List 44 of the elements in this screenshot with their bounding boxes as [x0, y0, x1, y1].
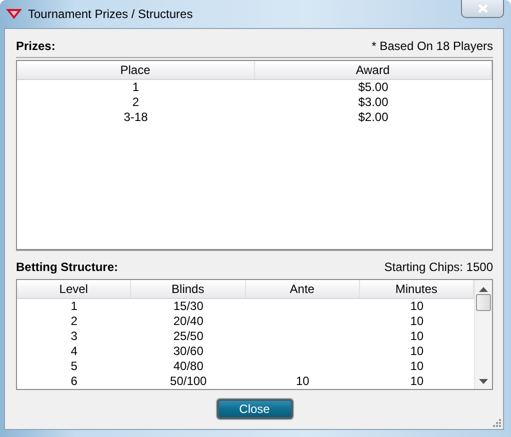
section-label: Betting Structure:: [16, 260, 118, 274]
table-cell-text: 10: [294, 374, 310, 389]
table-cell-text: 25/50: [172, 329, 204, 344]
scroll-thumb[interactable]: [476, 294, 491, 311]
table-cell-text: 5: [70, 359, 78, 374]
column-header[interactable]: Place: [17, 61, 254, 79]
table-cell-text: 3-18: [122, 110, 149, 125]
column-header[interactable]: Blinds: [131, 280, 246, 298]
table-cell-text: 1: [70, 299, 78, 314]
scrollbar[interactable]: [474, 280, 492, 389]
table-cell-text: $3.00: [357, 95, 390, 110]
starting-chips-note: Starting Chips: 1500: [384, 260, 493, 274]
table-cell-text: 50/100: [169, 374, 208, 389]
table-cell-text: 4: [70, 344, 78, 359]
section-label: Prizes:: [16, 39, 56, 53]
players-note: * Based On 18 Players: [372, 39, 493, 53]
table-cell-text: 2: [70, 314, 78, 329]
table-cell-text: 20/40: [172, 314, 204, 329]
table-cell-text: 10: [409, 344, 425, 359]
table-cell-text: 10: [409, 314, 425, 329]
close-button[interactable]: [461, 0, 504, 18]
table-cell-text: 10: [409, 359, 425, 374]
close-icon: [478, 4, 488, 13]
table-cell-text: 10: [409, 299, 425, 314]
table-cell-text: 10: [409, 374, 425, 389]
column-header[interactable]: Award: [254, 61, 492, 79]
table-cell-text: 30/60: [172, 344, 204, 359]
column-header[interactable]: Level: [17, 280, 132, 298]
table-cell-text: 10: [409, 329, 425, 344]
table-cell-text: $2.00: [357, 110, 390, 125]
table-cell-text: 15/30: [172, 299, 204, 314]
table-cell-text: 2: [131, 95, 140, 110]
table-cell-text: 3: [70, 329, 78, 344]
scroll-up-icon[interactable]: [479, 287, 488, 292]
close-button[interactable]: Close: [216, 399, 292, 419]
resize-grip-icon[interactable]: [493, 419, 501, 427]
window-title: Tournament Prizes / Structures: [28, 7, 193, 21]
app-logo-icon: [6, 9, 22, 19]
column-header[interactable]: Ante: [246, 280, 360, 298]
table-cell-text: 6: [70, 374, 78, 389]
table-cell-text: 40/80: [172, 359, 204, 374]
table-cell-text: $5.00: [357, 80, 390, 95]
table-cell-text: 1: [131, 80, 140, 95]
scroll-down-icon[interactable]: [479, 379, 488, 384]
